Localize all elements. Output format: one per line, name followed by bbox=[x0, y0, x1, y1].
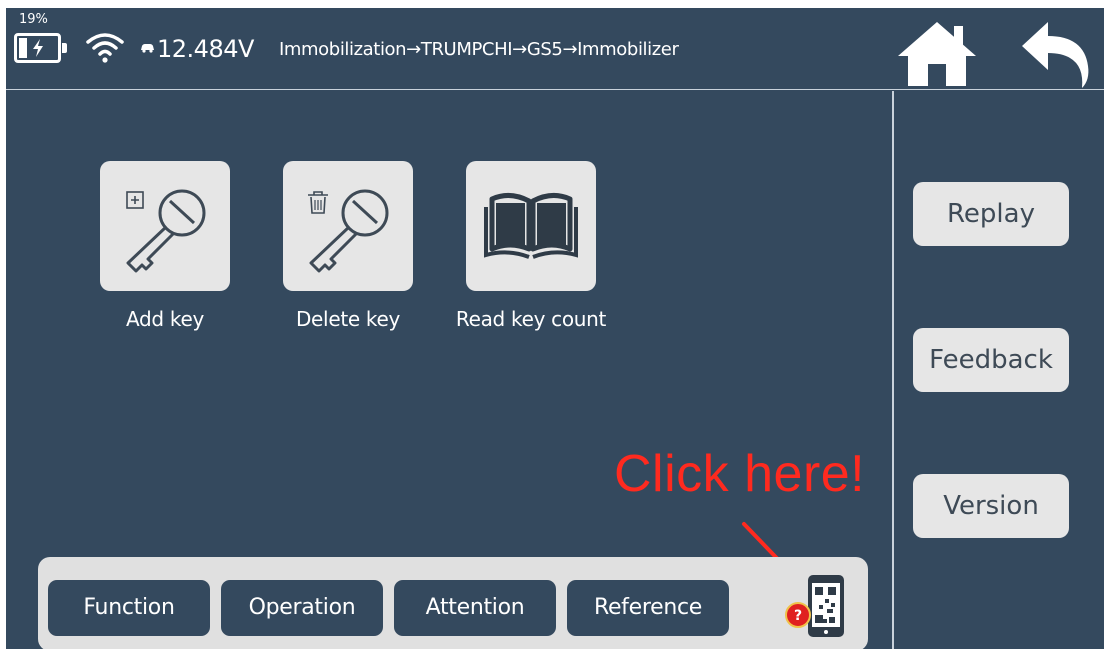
breadcrumb: Immobilization→TRUMPCHI→GS5→Immobilizer bbox=[279, 39, 679, 60]
version-button[interactable]: Version bbox=[913, 474, 1069, 538]
svg-text:?: ? bbox=[794, 608, 802, 624]
car-icon bbox=[141, 44, 154, 53]
read-key-count-tile[interactable] bbox=[466, 161, 596, 291]
voltage-reading: 12.484V bbox=[157, 35, 254, 63]
charging-bolt-icon bbox=[33, 39, 43, 57]
add-key-label: Add key bbox=[126, 307, 204, 331]
attention-tab[interactable]: Attention bbox=[394, 580, 556, 636]
reference-tab[interactable]: Reference bbox=[567, 580, 729, 636]
battery-level-fill bbox=[19, 38, 27, 58]
operation-tab[interactable]: Operation bbox=[221, 580, 383, 636]
qr-help-button[interactable]: ? bbox=[782, 573, 848, 641]
battery-percent: 19% bbox=[19, 12, 48, 27]
add-key-tile[interactable] bbox=[100, 161, 230, 291]
right-panel-divider bbox=[892, 91, 894, 649]
read-key-count-label: Read key count bbox=[455, 307, 607, 331]
battery-icon bbox=[14, 33, 67, 63]
delete-key-tile[interactable] bbox=[283, 161, 413, 291]
status-bar: 19% 12.484V Immobilization→TRUMPCHI→GS5→… bbox=[6, 8, 1104, 90]
delete-key-icon bbox=[308, 189, 389, 273]
book-icon bbox=[484, 193, 578, 259]
replay-button[interactable]: Replay bbox=[913, 182, 1069, 246]
wifi-icon bbox=[86, 33, 124, 63]
home-button[interactable] bbox=[894, 18, 980, 88]
function-tab[interactable]: Function bbox=[48, 580, 210, 636]
feedback-button[interactable]: Feedback bbox=[913, 328, 1069, 392]
add-key-icon bbox=[126, 189, 206, 273]
screen: 19% 12.484V Immobilization→TRUMPCHI→GS5→… bbox=[6, 8, 1104, 649]
back-button[interactable] bbox=[1018, 20, 1092, 88]
delete-key-label: Delete key bbox=[295, 307, 401, 331]
click-here-annotation: Click here! bbox=[614, 445, 866, 503]
